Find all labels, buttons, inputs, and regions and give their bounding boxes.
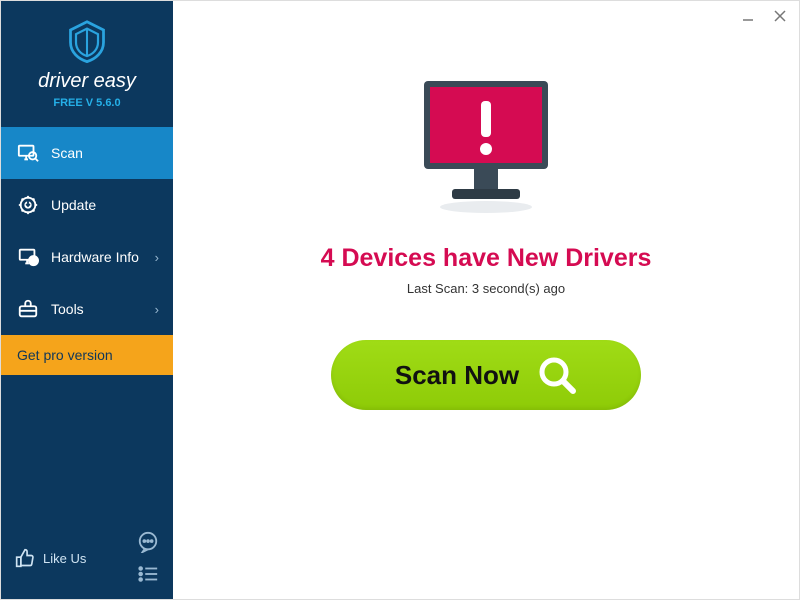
sidebar-item-update[interactable]: Update <box>1 179 173 231</box>
last-scan-text: Last Scan: 3 second(s) ago <box>407 281 565 296</box>
menu-list-icon[interactable] <box>137 563 159 585</box>
app-window: driver easy FREE V 5.6.0 Scan Update i <box>0 0 800 600</box>
feedback-icon[interactable] <box>137 531 159 553</box>
window-controls <box>739 7 789 25</box>
sidebar-item-label: Update <box>51 197 96 213</box>
main-content: 4 Devices have New Drivers Last Scan: 3 … <box>173 1 799 599</box>
sidebar-item-tools[interactable]: Tools › <box>1 283 173 335</box>
sidebar-item-label: Tools <box>51 301 84 317</box>
svg-text:i: i <box>32 256 34 265</box>
sidebar-footer: Like Us <box>1 519 173 599</box>
thumbs-up-icon <box>15 548 35 568</box>
logo-area: driver easy FREE V 5.6.0 <box>1 1 173 119</box>
minimize-button[interactable] <box>739 7 757 25</box>
like-us-label: Like Us <box>43 551 86 566</box>
version-label: FREE V 5.6.0 <box>53 97 120 109</box>
sidebar-item-label: Hardware Info <box>51 249 139 265</box>
magnifier-icon <box>537 355 577 395</box>
brand-name: driver easy <box>1 70 173 93</box>
get-pro-label: Get pro version <box>17 347 113 363</box>
status-headline: 4 Devices have New Drivers <box>321 244 652 273</box>
scan-now-label: Scan Now <box>395 360 519 391</box>
scan-now-button[interactable]: Scan Now <box>331 340 641 410</box>
sidebar: driver easy FREE V 5.6.0 Scan Update i <box>1 1 173 599</box>
toolbox-icon <box>17 298 39 320</box>
sidebar-footer-icons <box>129 531 159 585</box>
status-illustration <box>406 73 566 228</box>
gear-download-icon <box>17 194 39 216</box>
sidebar-item-label: Scan <box>51 145 83 161</box>
chevron-right-icon: › <box>155 250 159 265</box>
chevron-right-icon: › <box>155 302 159 317</box>
sidebar-item-scan[interactable]: Scan <box>1 127 173 179</box>
get-pro-button[interactable]: Get pro version <box>1 335 173 375</box>
sidebar-item-hardware-info[interactable]: i Hardware Info › <box>1 231 173 283</box>
close-button[interactable] <box>771 7 789 25</box>
sidebar-nav: Scan Update i Hardware Info › Tools <box>1 127 173 375</box>
monitor-scan-icon <box>17 142 39 164</box>
monitor-info-icon: i <box>17 246 39 268</box>
monitor-alert-icon <box>406 73 566 223</box>
app-logo-icon <box>65 19 109 63</box>
like-us-button[interactable]: Like Us <box>15 548 86 568</box>
